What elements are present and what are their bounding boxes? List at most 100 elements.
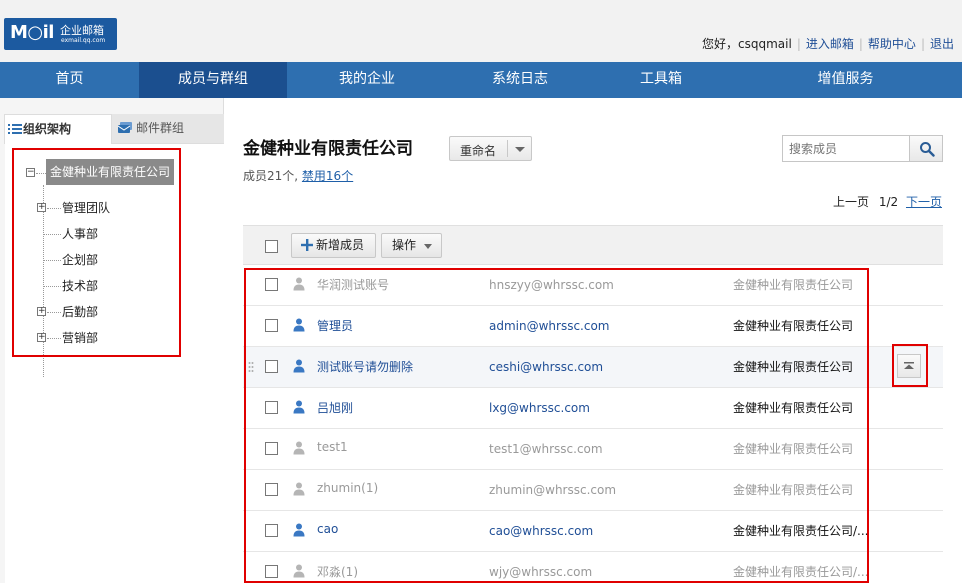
expand-toggle-icon[interactable]: + [37,333,46,342]
next-page-link[interactable]: 下一页 [906,195,942,209]
member-row[interactable]: 测试账号请勿删除 ceshi@whrssc.com 金健种业有限责任公司 [243,347,943,388]
member-email: hnszyy@whrssc.com [489,278,614,292]
member-name[interactable]: 管理员 [317,317,353,334]
search-icon [920,142,935,157]
search-button[interactable] [909,135,943,162]
row-checkbox[interactable] [265,483,278,496]
member-search [782,135,943,162]
collapse-toggle-icon[interactable]: − [26,168,35,177]
member-department: 金健种业有限责任公司 [733,360,854,374]
user-links: 您好，csqqmail | 进入邮箱 | 帮助中心 | 退出 [702,37,954,51]
list-icon [8,124,22,134]
nav-toolbox[interactable]: 工具箱 [593,62,729,98]
member-email: zhumin@whrssc.com [489,483,617,497]
select-all-checkbox[interactable] [265,240,278,253]
logo-text: M○il [10,22,54,43]
nav-members-groups[interactable]: 成员与群组 [139,62,287,98]
tree-item-planning[interactable]: 企划部 [62,250,98,270]
nav-my-company[interactable]: 我的企业 [287,62,447,98]
prev-page[interactable]: 上一页 [833,195,869,209]
user-icon [293,400,305,414]
tree-item-marketing[interactable]: 营销部 [62,328,98,348]
row-checkbox[interactable] [265,401,278,414]
member-name[interactable]: test1 [317,440,348,454]
chevron-down-icon[interactable] [515,147,525,152]
member-department: 金健种业有限责任公司/... [733,524,869,538]
tab-mail-groups[interactable]: 邮件群组 [112,114,224,144]
member-row[interactable]: 邓淼(1) wjy@whrssc.com 金健种业有限责任公司/... [243,552,943,583]
member-email: ceshi@whrssc.com [489,360,604,374]
member-department: 金健种业有限责任公司 [733,483,854,497]
tab-mail-groups-label: 邮件群组 [136,121,185,135]
nav-value-added[interactable]: 增值服务 [729,62,962,98]
logout-link[interactable]: 退出 [930,37,954,51]
nav-system-log[interactable]: 系统日志 [447,62,593,98]
tab-org-structure[interactable]: 组织架构 [4,114,112,144]
drag-handle-icon[interactable] [248,361,254,373]
logo[interactable]: M○il 企业邮箱 exmail.qq.com [4,18,117,50]
org-tree: − 金健种业有限责任公司 + 管理团队 人事部 企划部 技术部 + 后勤部 + … [5,144,224,583]
greeting: 您好，csqqmail [702,37,792,51]
member-row[interactable]: 华润测试账号 hnszyy@whrssc.com 金健种业有限责任公司 [243,265,943,306]
member-email: wjy@whrssc.com [489,565,593,579]
rename-button[interactable]: 重命名 [449,136,532,161]
tree-item-management[interactable]: 管理团队 [62,198,110,218]
sidebar: 组织架构 邮件群组 − 金健种业有限责任公司 + 管理团队 人事部 企划部 技术… [0,98,224,583]
member-row[interactable]: 管理员 admin@whrssc.com 金健种业有限责任公司 [243,306,943,347]
user-icon [293,482,305,496]
back-to-top-button[interactable] [897,354,921,378]
member-name[interactable]: zhumin(1) [317,481,378,495]
mail-group-icon [118,122,132,133]
user-icon [293,277,305,291]
member-name[interactable]: cao [317,522,338,536]
member-row[interactable]: zhumin(1) zhumin@whrssc.com 金健种业有限责任公司 [243,470,943,511]
tree-item-logistics[interactable]: 后勤部 [62,302,98,322]
operation-label: 操作 [392,238,417,252]
row-checkbox[interactable] [265,565,278,578]
row-checkbox[interactable] [265,524,278,537]
member-name[interactable]: 吕旭刚 [317,399,353,416]
member-row[interactable]: cao cao@whrssc.com 金健种业有限责任公司/... [243,511,943,552]
member-count: 成员21个, 禁用16个 [243,167,353,184]
logo-en: exmail.qq.com [61,37,106,44]
enter-mailbox-link[interactable]: 进入邮箱 [806,37,854,51]
member-name[interactable]: 测试账号请勿删除 [317,358,413,375]
expand-toggle-icon[interactable]: + [37,307,46,316]
nav-home[interactable]: 首页 [0,62,139,98]
member-department: 金健种业有限责任公司/... [733,565,869,579]
chevron-down-icon [424,244,432,249]
disabled-count-link[interactable]: 禁用16个 [302,169,353,183]
operation-dropdown[interactable]: 操作 [381,233,442,258]
sidebar-tabs: 组织架构 邮件群组 [4,114,224,144]
member-department: 金健种业有限责任公司 [733,278,854,292]
page-indicator: 1/2 [878,195,899,209]
tree-item-hr[interactable]: 人事部 [62,224,98,244]
user-icon [293,359,305,373]
help-center-link[interactable]: 帮助中心 [868,37,916,51]
add-member-label: 新增成员 [316,238,365,252]
member-row[interactable]: test1 test1@whrssc.com 金健种业有限责任公司 [243,429,943,470]
row-checkbox[interactable] [265,319,278,332]
member-name[interactable]: 华润测试账号 [317,276,389,293]
add-member-button[interactable]: 新增成员 [291,233,376,258]
row-checkbox[interactable] [265,442,278,455]
member-toolbar: 新增成员 操作 [243,225,943,265]
member-email: lxg@whrssc.com [489,401,590,415]
logo-cn: 企业邮箱 [60,24,104,37]
member-row[interactable]: 吕旭刚 lxg@whrssc.com 金健种业有限责任公司 [243,388,943,429]
user-icon [293,564,305,578]
member-email: cao@whrssc.com [489,524,594,538]
member-name[interactable]: 邓淼(1) [317,563,358,580]
member-email: admin@whrssc.com [489,319,610,333]
expand-toggle-icon[interactable]: + [37,203,46,212]
search-input[interactable] [783,136,909,161]
member-department: 金健种业有限责任公司 [733,319,854,333]
member-department: 金健种业有限责任公司 [733,442,854,456]
tree-root-company[interactable]: 金健种业有限责任公司 [46,159,175,185]
row-checkbox[interactable] [265,360,278,373]
row-checkbox[interactable] [265,278,278,291]
tree-item-tech[interactable]: 技术部 [62,276,98,296]
top-bar: M○il 企业邮箱 exmail.qq.com 您好，csqqmail | 进入邮箱… [0,0,962,62]
member-email: test1@whrssc.com [489,442,603,456]
tab-org-structure-label: 组织架构 [23,122,72,136]
